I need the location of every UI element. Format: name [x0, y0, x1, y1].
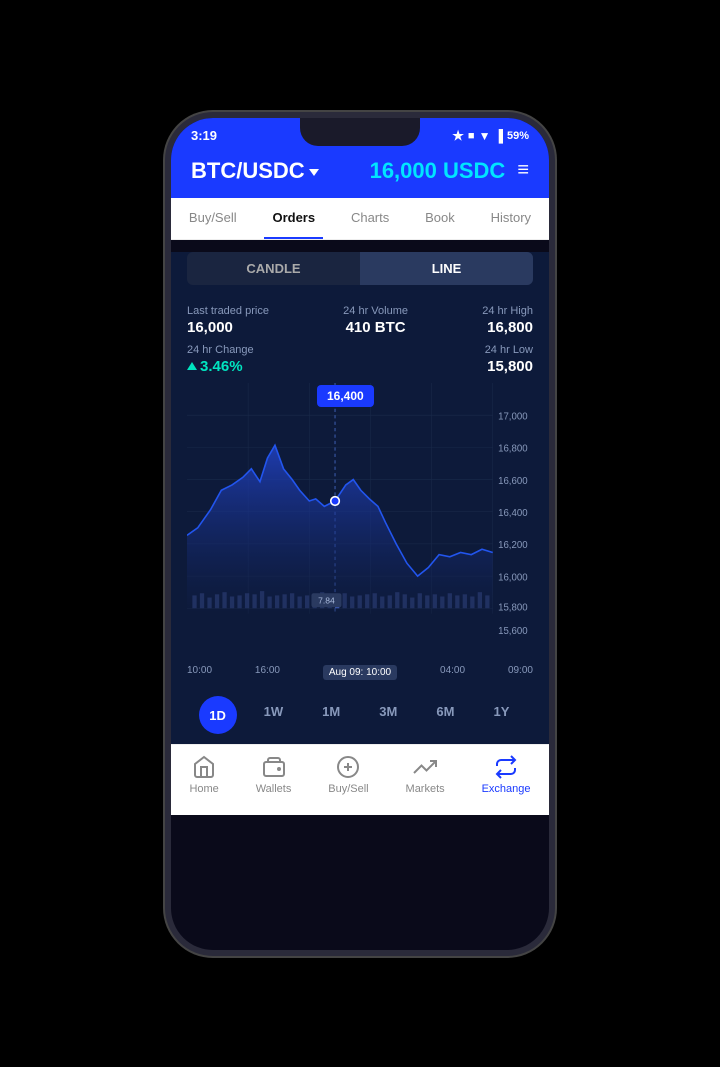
low-stat: 24 hr Low 15,800 — [485, 344, 533, 375]
svg-text:15,800: 15,800 — [498, 602, 528, 613]
period-1d[interactable]: 1D — [199, 696, 237, 734]
svg-text:16,000: 16,000 — [498, 572, 528, 583]
wallet-icon — [262, 755, 286, 779]
nav-home[interactable]: Home — [189, 755, 218, 795]
battery-percent: 59% — [507, 130, 529, 142]
nav-tabs: Buy/Sell Orders Charts Book History — [171, 198, 549, 240]
buysell-icon — [336, 755, 360, 779]
nav-markets[interactable]: Markets — [406, 755, 445, 795]
pair-chevron-icon — [309, 169, 319, 176]
home-icon — [192, 755, 216, 779]
last-traded-label: Last traded price — [187, 305, 269, 317]
stats-row-top: Last traded price 16,000 24 hr Volume 41… — [171, 297, 549, 340]
last-traded-stat: Last traded price 16,000 — [187, 305, 269, 336]
change-value: 3.46% — [187, 358, 254, 375]
low-label: 24 hr Low — [485, 344, 533, 356]
line-chart[interactable]: 7.84 17,000 16,800 16,600 16,400 16,200 … — [187, 383, 541, 662]
volume-value: 410 BTC — [343, 319, 408, 336]
wifi-icon: ▼ — [479, 129, 491, 143]
low-value: 15,800 — [485, 358, 533, 375]
tab-orders[interactable]: Orders — [264, 198, 323, 239]
time-label-1: 10:00 — [187, 665, 212, 680]
change-label: 24 hr Change — [187, 344, 254, 356]
exchange-icon — [494, 755, 518, 779]
nav-buysell-label: Buy/Sell — [328, 783, 368, 795]
svg-text:15,600: 15,600 — [498, 626, 528, 637]
svg-text:17,000: 17,000 — [498, 411, 528, 422]
signal-icon: ■ — [468, 130, 475, 142]
menu-icon[interactable]: ≡ — [517, 159, 529, 182]
last-traded-value: 16,000 — [187, 319, 269, 336]
status-icons: ★ ■ ▼ ▐ 59% — [452, 128, 529, 144]
tab-book[interactable]: Book — [417, 198, 463, 239]
time-labels: 10:00 16:00 Aug 09: 10:00 04:00 09:00 — [171, 661, 549, 686]
volume-stat: 24 hr Volume 410 BTC — [343, 305, 408, 336]
svg-text:16,400: 16,400 — [498, 508, 528, 519]
nav-exchange[interactable]: Exchange — [482, 755, 531, 795]
svg-text:16,200: 16,200 — [498, 540, 528, 551]
chart-area-fill — [187, 445, 493, 613]
arrow-up-icon — [187, 362, 197, 370]
pair-selector[interactable]: BTC/USDC — [191, 158, 319, 184]
nav-home-label: Home — [189, 783, 218, 795]
price-tooltip: 16,400 — [317, 385, 374, 407]
time-label-4: 09:00 — [508, 665, 533, 680]
period-selector: 1D 1W 1M 3M 6M 1Y — [171, 686, 549, 744]
tab-history[interactable]: History — [483, 198, 539, 239]
header-price: 16,000 USDC — [370, 158, 506, 184]
period-6m[interactable]: 6M — [424, 696, 466, 734]
svg-text:16,800: 16,800 — [498, 443, 528, 454]
time-label-active: Aug 09: 10:00 — [323, 665, 397, 680]
nav-wallets[interactable]: Wallets — [256, 755, 292, 795]
chart-area: CANDLE LINE Last traded price 16,000 24 … — [171, 252, 549, 745]
change-stat: 24 hr Change 3.46% — [187, 344, 254, 375]
high-stat: 24 hr High 16,800 — [482, 305, 533, 336]
svg-text:7.84: 7.84 — [318, 595, 335, 605]
line-toggle[interactable]: LINE — [360, 252, 533, 285]
volume-label: 24 hr Volume — [343, 305, 408, 317]
app-header: BTC/USDC 16,000 USDC ≡ — [171, 150, 549, 198]
trading-pair: BTC/USDC — [191, 158, 305, 184]
nav-wallets-label: Wallets — [256, 783, 292, 795]
phone-frame: 3:19 ★ ■ ▼ ▐ 59% BTC/USDC 16,000 USDC ≡ … — [165, 112, 555, 956]
status-bar: 3:19 ★ ■ ▼ ▐ 59% — [171, 118, 549, 150]
chart-svg-wrapper[interactable]: 16,400 — [187, 383, 541, 662]
period-1w[interactable]: 1W — [252, 696, 296, 734]
bluetooth-icon: ★ — [452, 128, 464, 144]
chart-toggle: CANDLE LINE — [187, 252, 533, 285]
svg-text:16,600: 16,600 — [498, 475, 528, 486]
tab-buy-sell[interactable]: Buy/Sell — [181, 198, 245, 239]
bottom-nav: Home Wallets Buy/Sell — [171, 744, 549, 815]
time-label-3: 04:00 — [440, 665, 465, 680]
period-1y[interactable]: 1Y — [482, 696, 522, 734]
stats-row-bottom: 24 hr Change 3.46% 24 hr Low 15,800 — [171, 340, 549, 383]
nav-buysell[interactable]: Buy/Sell — [328, 755, 368, 795]
high-value: 16,800 — [482, 319, 533, 336]
battery-icon: ▐ — [494, 129, 503, 143]
nav-exchange-label: Exchange — [482, 783, 531, 795]
time-label-2: 16:00 — [255, 665, 280, 680]
nav-markets-label: Markets — [406, 783, 445, 795]
period-1m[interactable]: 1M — [310, 696, 352, 734]
period-3m[interactable]: 3M — [367, 696, 409, 734]
candle-toggle[interactable]: CANDLE — [187, 252, 360, 285]
status-time: 3:19 — [191, 128, 217, 143]
markets-icon — [413, 755, 437, 779]
tab-charts[interactable]: Charts — [343, 198, 397, 239]
chart-dot — [331, 496, 340, 505]
high-label: 24 hr High — [482, 305, 533, 317]
